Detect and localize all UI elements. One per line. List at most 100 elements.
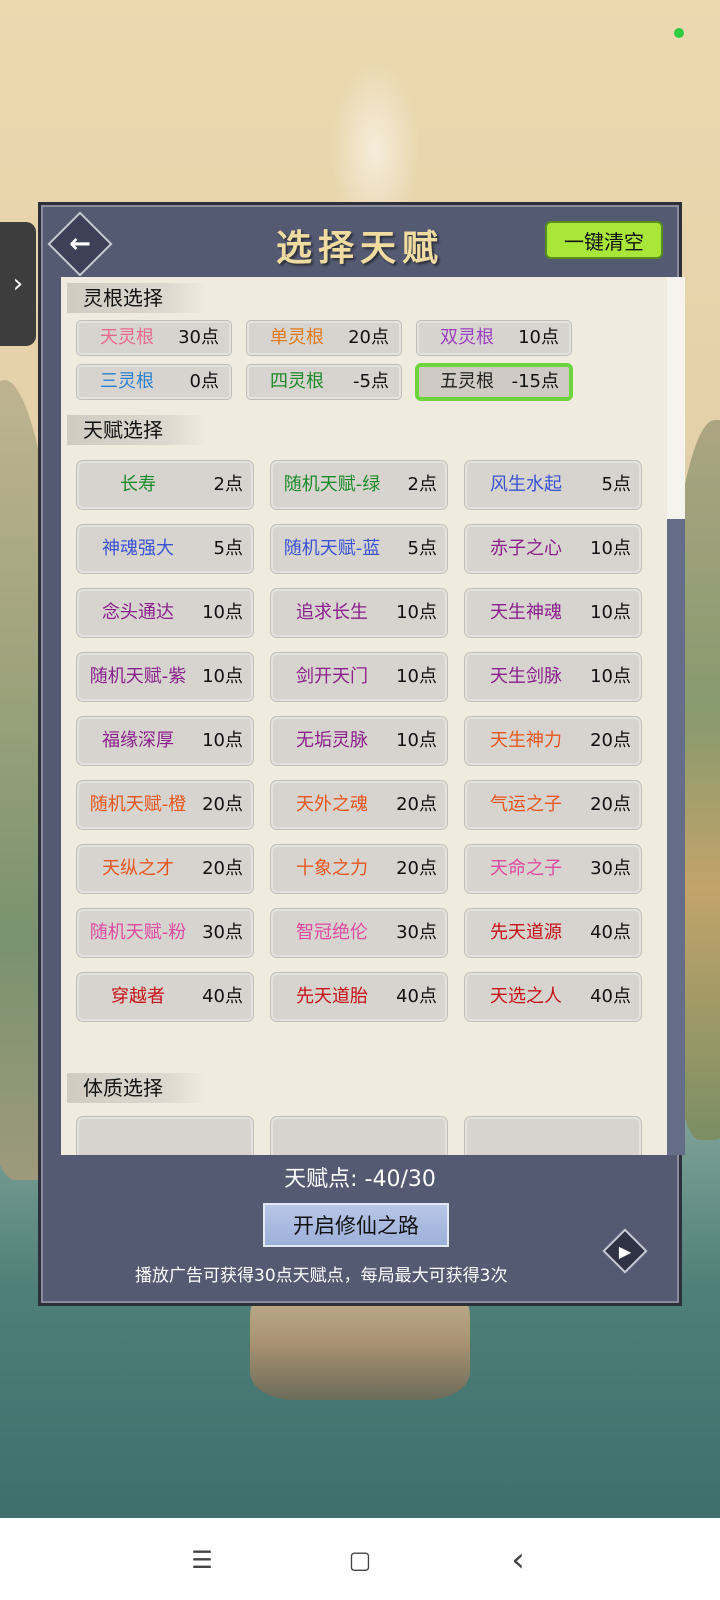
talent-option-name: 天生剑脉 (490, 666, 562, 687)
talent-option-name: 追求长生 (296, 602, 368, 623)
talent-option-cost: 40点 (590, 986, 631, 1007)
talent-option-cost: 40点 (202, 986, 243, 1007)
talent-option[interactable]: 随机天赋-绿 2点 (271, 461, 447, 509)
talent-option-cost: 10点 (590, 602, 631, 623)
root-option-cost: 10点 (518, 327, 559, 348)
talent-option[interactable]: 天生神魂 10点 (465, 589, 641, 637)
start-cultivation-button[interactable]: 开启修仙之路 (263, 1203, 449, 1247)
watch-ad-button[interactable]: ▶ (602, 1228, 648, 1274)
section-title-body: 体质选择 (67, 1073, 207, 1103)
talent-option-name: 天选之人 (490, 986, 562, 1007)
talent-option[interactable]: 先天道源 40点 (465, 909, 641, 957)
talent-option-cost: 30点 (590, 858, 631, 879)
side-drawer-tab[interactable]: › (0, 222, 36, 346)
talent-option-name: 天外之魂 (296, 794, 368, 815)
talent-option-name: 穿越者 (111, 986, 165, 1007)
talent-option[interactable]: 十象之力 20点 (271, 845, 447, 893)
talent-option-cost: 10点 (396, 666, 437, 687)
talent-option-name: 天命之子 (490, 858, 562, 879)
talent-option-cost: 20点 (202, 794, 243, 815)
talent-option-cost: 30点 (202, 922, 243, 943)
root-option-cost: -15点 (511, 371, 559, 392)
talent-option-cost: 10点 (202, 730, 243, 751)
talent-option[interactable]: 念头通达 10点 (77, 589, 253, 637)
talent-option[interactable]: 随机天赋-紫 10点 (77, 653, 253, 701)
talent-option[interactable]: 赤子之心 10点 (465, 525, 641, 573)
root-option-cost: -5点 (353, 371, 389, 392)
talent-panel: ← 选择天赋 一键清空 灵根选择 天灵根 30点 单灵根 20点 双灵根 10点 三灵根 0点… (38, 202, 685, 1306)
talent-option[interactable]: 随机天赋-蓝 5点 (271, 525, 447, 573)
talent-option-name: 天生神力 (490, 730, 562, 751)
talent-option[interactable]: 剑开天门 10点 (271, 653, 447, 701)
talent-option-cost: 5点 (407, 538, 437, 559)
talent-option[interactable]: 先天道胎 40点 (271, 973, 447, 1021)
talent-option-name: 神魂强大 (102, 538, 174, 559)
talent-option-name: 先天道源 (490, 922, 562, 943)
root-option[interactable]: 三灵根 0点 (77, 365, 231, 399)
body-item-partial[interactable] (271, 1117, 447, 1155)
talent-option-name: 随机天赋-粉 (89, 922, 187, 943)
root-option[interactable]: 四灵根 -5点 (247, 365, 401, 399)
status-indicator-icon (674, 28, 684, 38)
root-option-name: 双灵根 (440, 327, 494, 348)
root-option[interactable]: 双灵根 10点 (417, 321, 571, 355)
talent-option[interactable]: 天选之人 40点 (465, 973, 641, 1021)
talent-option-cost: 10点 (202, 666, 243, 687)
talent-option-cost: 10点 (590, 666, 631, 687)
talent-option-cost: 10点 (396, 730, 437, 751)
talent-option[interactable]: 随机天赋-橙 20点 (77, 781, 253, 829)
talent-option[interactable]: 天命之子 30点 (465, 845, 641, 893)
body-item-partial[interactable] (465, 1117, 641, 1155)
system-navigation-bar: ☰ ▢ ‹ (0, 1518, 720, 1600)
talent-option[interactable]: 长寿 2点 (77, 461, 253, 509)
talent-option[interactable]: 无垢灵脉 10点 (271, 717, 447, 765)
root-option[interactable]: 单灵根 20点 (247, 321, 401, 355)
talent-option-cost: 2点 (213, 474, 243, 495)
talent-option[interactable]: 风生水起 5点 (465, 461, 641, 509)
talent-option-name: 天纵之才 (102, 858, 174, 879)
talent-option[interactable]: 天生神力 20点 (465, 717, 641, 765)
talent-option-name: 赤子之心 (490, 538, 562, 559)
talent-option[interactable]: 天纵之才 20点 (77, 845, 253, 893)
body-item-partial[interactable] (77, 1117, 253, 1155)
menu-icon[interactable]: ☰ (182, 1540, 222, 1580)
talent-option[interactable]: 天外之魂 20点 (271, 781, 447, 829)
section-title-talent: 天赋选择 (67, 415, 207, 445)
talent-option-name: 随机天赋-蓝 (283, 538, 381, 559)
root-option[interactable]: 五灵根 -15点 (417, 365, 571, 399)
talent-option-name: 气运之子 (490, 794, 562, 815)
talent-option-name: 长寿 (120, 474, 156, 495)
talent-scroll-area[interactable]: 灵根选择 天灵根 30点 单灵根 20点 双灵根 10点 三灵根 0点 四灵根 -5点 五灵根 -15… (61, 277, 667, 1155)
home-icon[interactable]: ▢ (340, 1540, 380, 1580)
talent-option-cost: 2点 (407, 474, 437, 495)
talent-points-counter: 天赋点: -40/30 (284, 1167, 436, 1192)
scrollbar-thumb[interactable] (667, 519, 685, 1155)
clear-all-button[interactable]: 一键清空 (545, 221, 663, 259)
talent-option[interactable]: 随机天赋-粉 30点 (77, 909, 253, 957)
talent-option[interactable]: 神魂强大 5点 (77, 525, 253, 573)
talent-option[interactable]: 追求长生 10点 (271, 589, 447, 637)
talent-option-name: 随机天赋-绿 (283, 474, 381, 495)
talent-option-cost: 10点 (202, 602, 243, 623)
root-option-cost: 0点 (189, 371, 219, 392)
ad-hint-text: 播放广告可获得30点天赋点，每局最大可获得3次 (135, 1266, 508, 1286)
talent-option[interactable]: 气运之子 20点 (465, 781, 641, 829)
talent-option-cost: 5点 (601, 474, 631, 495)
root-option[interactable]: 天灵根 30点 (77, 321, 231, 355)
talent-option-cost: 20点 (396, 858, 437, 879)
talent-option-cost: 20点 (590, 730, 631, 751)
talent-option-cost: 5点 (213, 538, 243, 559)
panel-header: ← 选择天赋 一键清空 (41, 205, 679, 277)
back-icon[interactable]: ‹ (498, 1540, 538, 1580)
talent-option-name: 念头通达 (102, 602, 174, 623)
talent-option[interactable]: 智冠绝伦 30点 (271, 909, 447, 957)
talent-option-name: 福缘深厚 (102, 730, 174, 751)
talent-option-cost: 30点 (396, 922, 437, 943)
talent-option[interactable]: 穿越者 40点 (77, 973, 253, 1021)
talent-option[interactable]: 福缘深厚 10点 (77, 717, 253, 765)
chevron-right-icon: › (12, 269, 24, 299)
talent-option-name: 先天道胎 (296, 986, 368, 1007)
talent-option-cost: 40点 (396, 986, 437, 1007)
root-option-cost: 20点 (348, 327, 389, 348)
talent-option[interactable]: 天生剑脉 10点 (465, 653, 641, 701)
